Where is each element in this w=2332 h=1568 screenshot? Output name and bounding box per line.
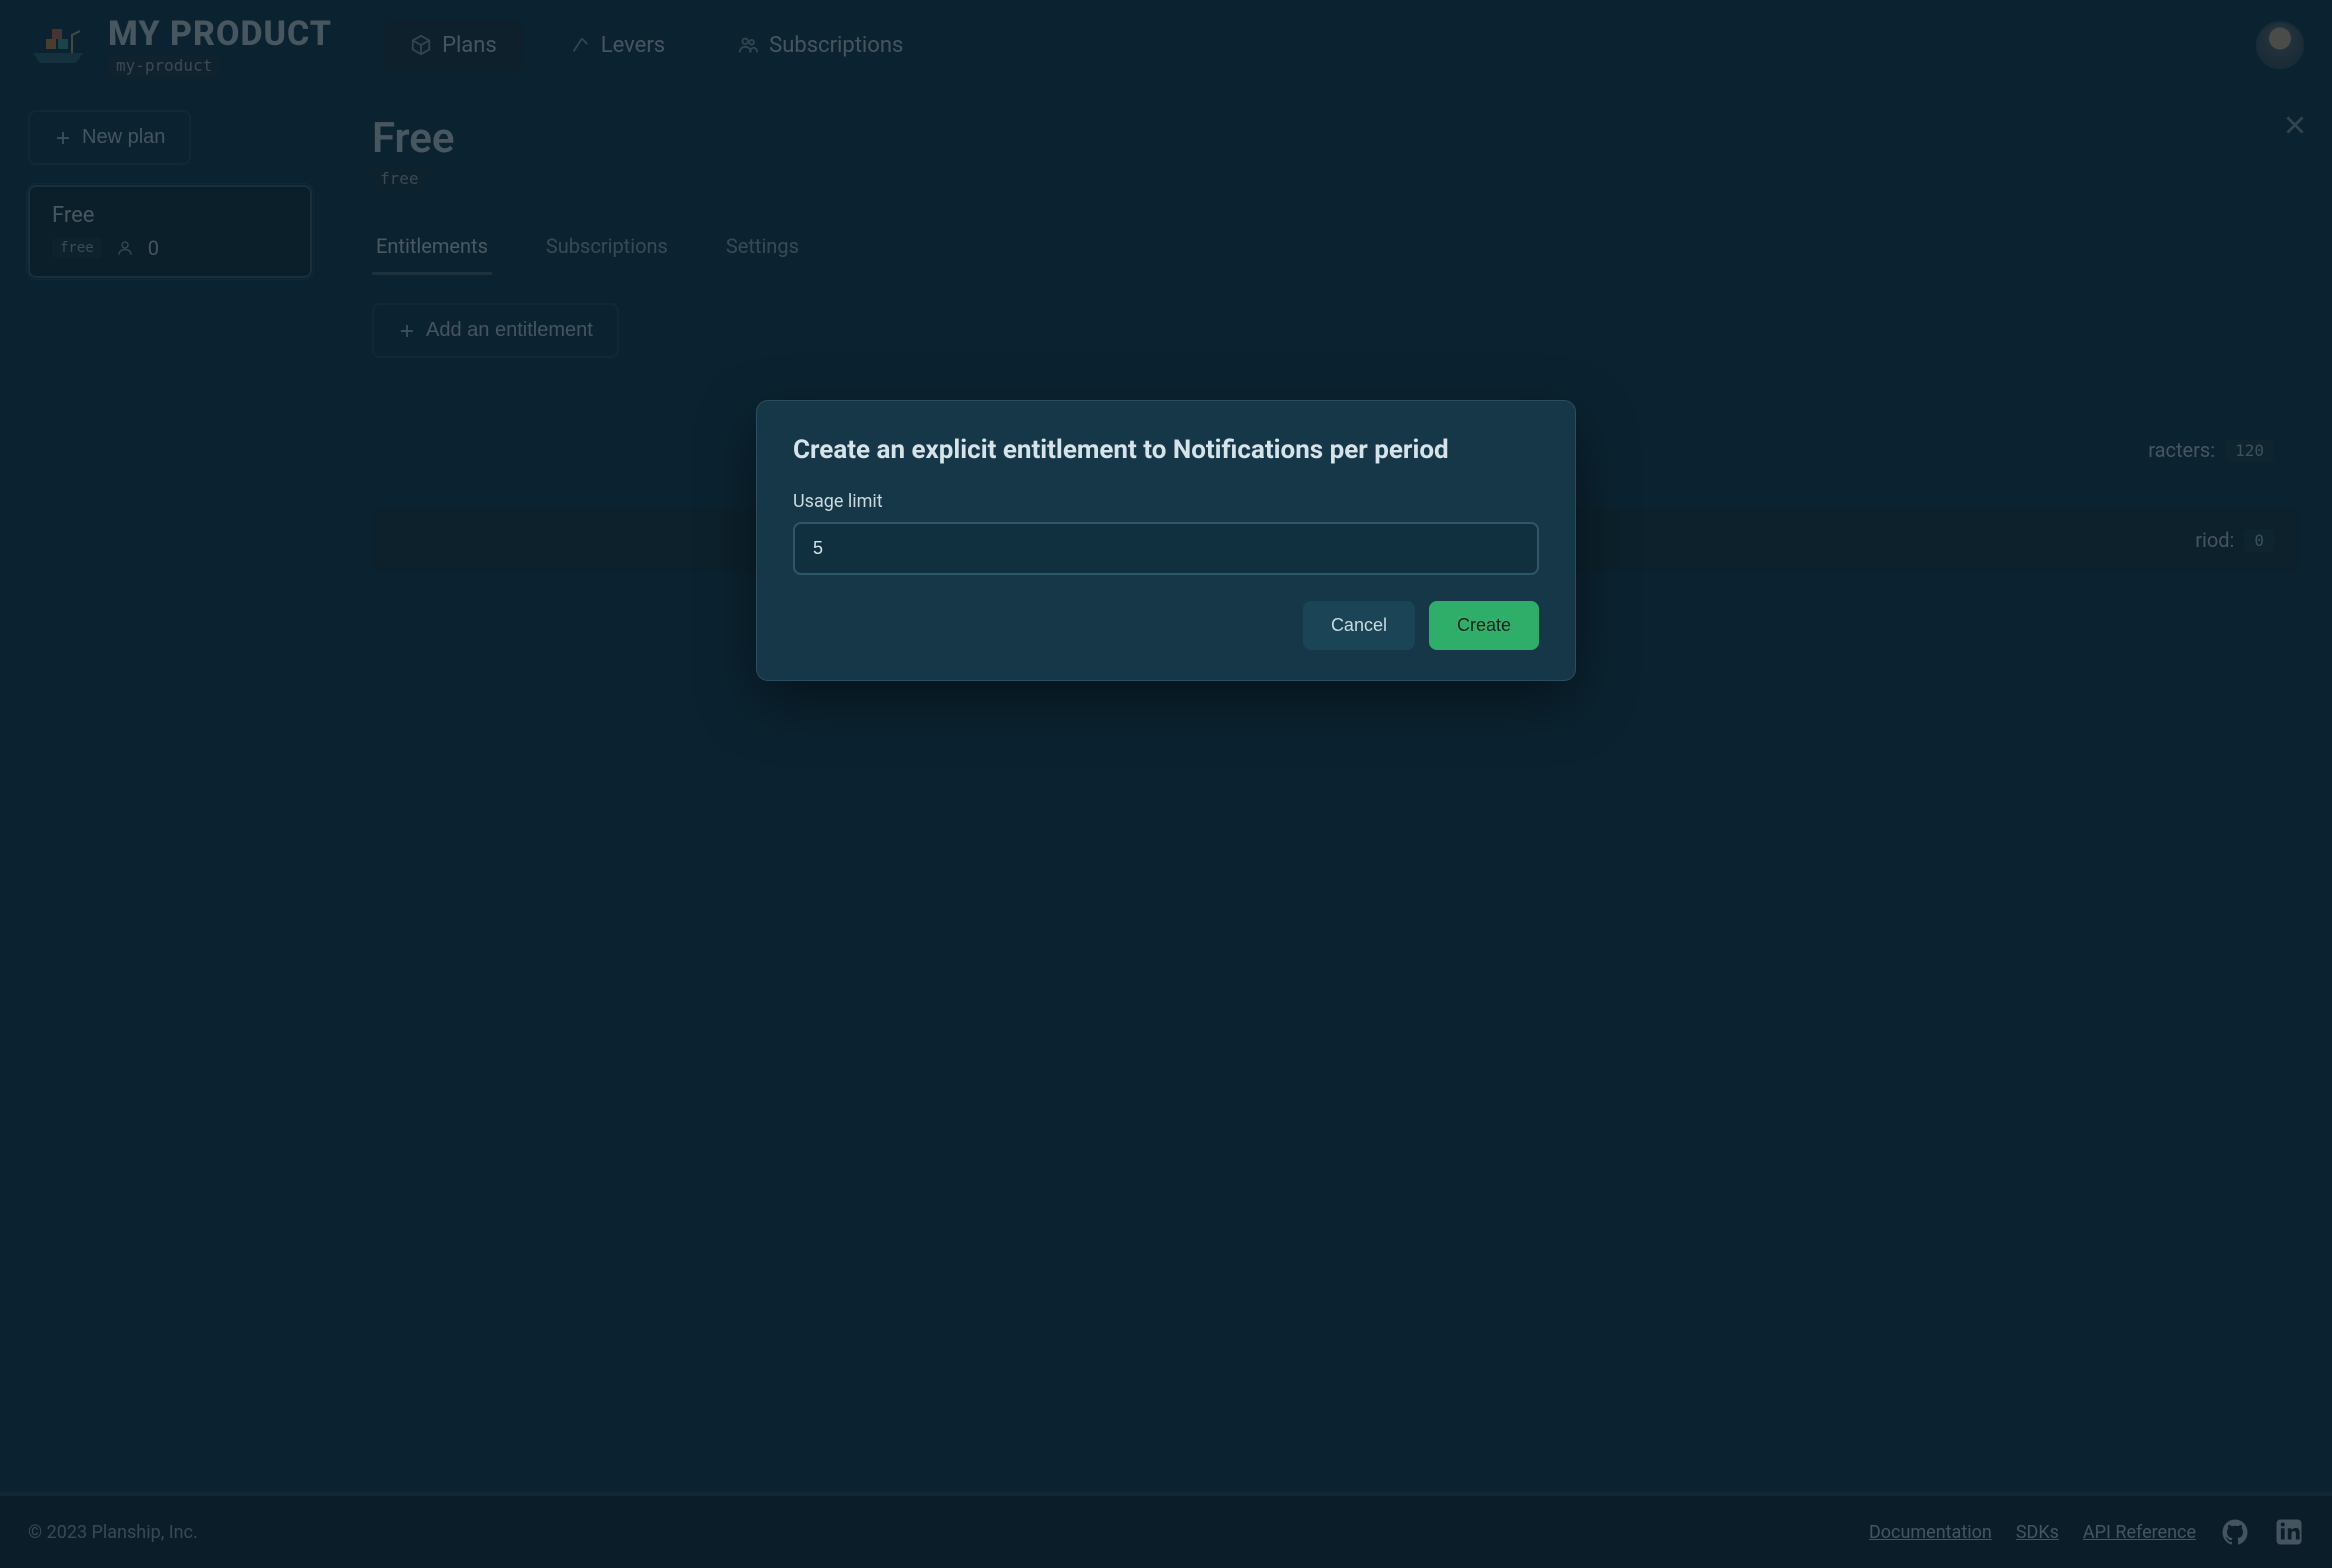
modal-overlay[interactable]: Create an explicit entitlement to Notifi… bbox=[0, 0, 2332, 1568]
modal-title: Create an explicit entitlement to Notifi… bbox=[793, 435, 1539, 465]
create-button[interactable]: Create bbox=[1429, 601, 1539, 650]
usage-limit-input[interactable] bbox=[793, 522, 1539, 575]
usage-limit-label: Usage limit bbox=[793, 491, 1539, 512]
cancel-button[interactable]: Cancel bbox=[1303, 601, 1415, 650]
create-entitlement-modal: Create an explicit entitlement to Notifi… bbox=[756, 400, 1576, 681]
